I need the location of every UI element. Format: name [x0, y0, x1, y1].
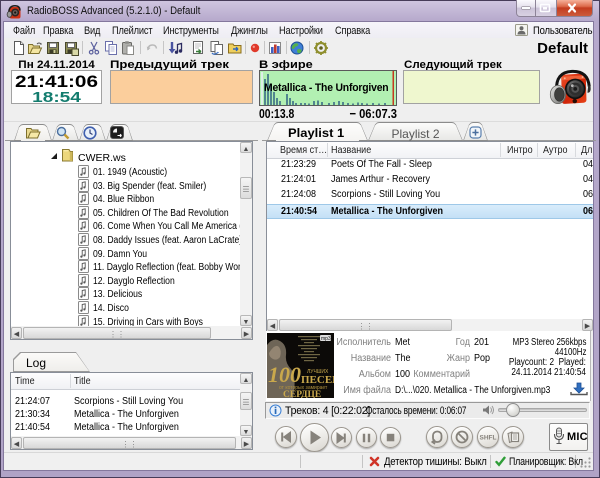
svg-text:100: 100 — [268, 362, 301, 387]
svg-text:SHFL: SHFL — [480, 435, 497, 442]
